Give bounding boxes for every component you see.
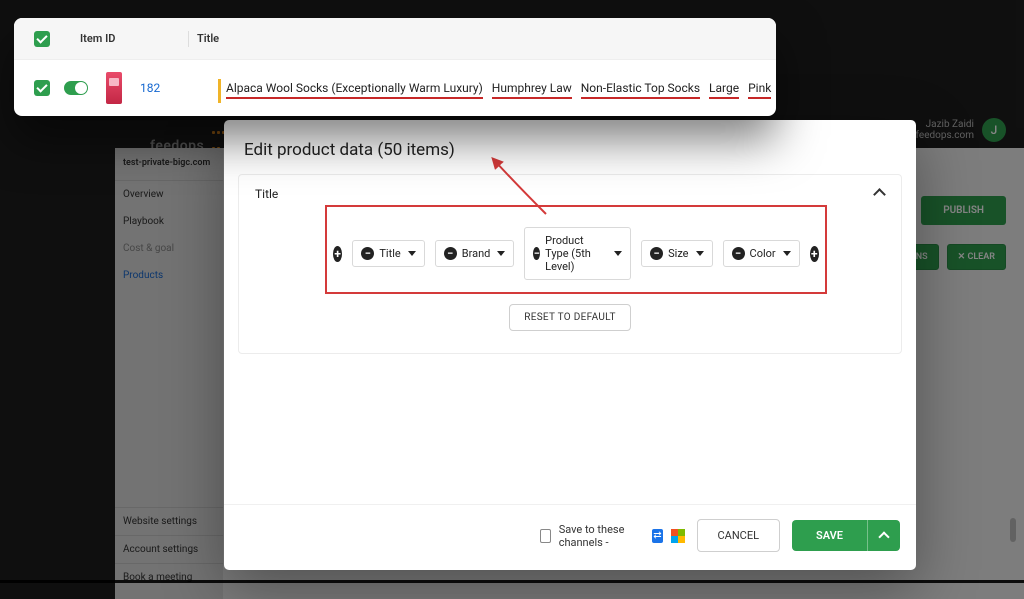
product-thumbnail [106, 72, 122, 104]
sidebar: test-private-bigc.com Overview Playbook … [115, 148, 223, 599]
save-channels: Save to these channels - ⇄ [540, 523, 685, 549]
user-menu[interactable]: Jazib Zaidi @feedops.com J [907, 118, 1006, 142]
cancel-button[interactable]: CANCEL [697, 519, 781, 552]
col-item-id: Item ID [80, 32, 180, 45]
reset-default-button[interactable]: RESET TO DEFAULT [509, 304, 631, 331]
remove-icon[interactable]: − [444, 247, 457, 260]
sidebar-item-products[interactable]: Products [115, 262, 223, 289]
col-title: Title [197, 32, 219, 45]
add-token-right-button[interactable]: + [810, 246, 819, 262]
publish-button[interactable]: PUBLISH [921, 196, 1006, 225]
scrollbar[interactable] [1010, 518, 1016, 542]
user-name: Jazib Zaidi [907, 119, 974, 130]
user-info: Jazib Zaidi @feedops.com [907, 119, 974, 141]
title-tokens-row: + − Title − Brand − Product Type (5th Le… [325, 205, 827, 294]
column-separator [188, 31, 189, 47]
token-color[interactable]: − Color [723, 240, 800, 267]
modal-footer: Save to these channels - ⇄ CANCEL SAVE [224, 504, 916, 570]
sidebar-item-website-settings[interactable]: Website settings [115, 507, 223, 535]
caret-down-icon [497, 251, 505, 256]
sidebar-bottom: Website settings Account settings Book a… [115, 507, 223, 591]
token-size[interactable]: − Size [641, 240, 712, 267]
modal-title: Edit product data (50 items) [224, 120, 916, 174]
sidebar-item-account-settings[interactable]: Account settings [115, 535, 223, 563]
avatar[interactable]: J [982, 118, 1006, 142]
google-channel-icon[interactable]: ⇄ [652, 529, 662, 543]
microsoft-channel-icon[interactable] [671, 529, 685, 543]
remove-icon[interactable]: − [732, 247, 745, 260]
caret-down-icon [614, 251, 622, 256]
save-button[interactable]: SAVE [792, 520, 867, 551]
item-id-link[interactable]: 182 [140, 81, 196, 95]
row-title-cell: Alpaca Wool Socks (Exceptionally Warm Lu… [226, 81, 771, 95]
site-label: test-private-bigc.com [115, 148, 223, 181]
row-title-text: Alpaca Wool Socks (Exceptionally Warm Lu… [226, 81, 771, 95]
token-title[interactable]: − Title [352, 240, 424, 267]
sidebar-item-book-meeting[interactable]: Book a meeting [115, 563, 223, 591]
save-channels-checkbox[interactable] [540, 529, 551, 543]
publish-row: PUBLISH [921, 196, 1006, 225]
table-actions: NS ✕ CLEAR [905, 244, 1006, 270]
caret-down-icon [696, 251, 704, 256]
save-button-group: SAVE [792, 520, 900, 551]
chevron-up-icon[interactable] [873, 188, 885, 200]
clear-button[interactable]: ✕ CLEAR [947, 244, 1006, 270]
sidebar-item-overview[interactable]: Overview [115, 181, 223, 208]
remove-icon[interactable]: − [361, 247, 374, 260]
product-row-preview: Item ID Title 182 Alpaca Wool Socks (Exc… [14, 18, 776, 116]
sidebar-item-cost-goal[interactable]: Cost & goal [115, 235, 223, 262]
panel-title-label: Title [255, 187, 278, 201]
edit-product-modal: Edit product data (50 items) Title + − T… [224, 120, 916, 570]
token-brand[interactable]: − Brand [435, 240, 515, 267]
reset-row: RESET TO DEFAULT [247, 294, 893, 331]
save-dropdown-button[interactable] [867, 520, 900, 551]
sidebar-item-playbook[interactable]: Playbook [115, 208, 223, 235]
user-email: @feedops.com [907, 130, 974, 141]
caret-down-icon [408, 251, 416, 256]
token-product-type[interactable]: − Product Type (5th Level) [524, 227, 631, 280]
table-row[interactable]: 182 Alpaca Wool Socks (Exceptionally War… [14, 60, 776, 116]
panel-header[interactable]: Title [247, 187, 893, 205]
remove-icon[interactable]: − [650, 247, 663, 260]
remove-icon[interactable]: − [533, 247, 540, 260]
caret-down-icon [783, 251, 791, 256]
title-panel: Title + − Title − Brand − Product Type ( [238, 174, 902, 354]
modal-body: Title + − Title − Brand − Product Type ( [224, 174, 916, 504]
page-bottom-edge [0, 580, 1024, 583]
title-edit-indicator-icon [218, 79, 221, 103]
add-token-left-button[interactable]: + [333, 246, 342, 262]
row-checkbox[interactable] [34, 80, 50, 96]
row-header: Item ID Title [14, 18, 776, 60]
save-channels-label: Save to these channels - [559, 523, 645, 549]
select-all-checkbox[interactable] [34, 31, 50, 47]
row-enabled-toggle[interactable] [64, 81, 88, 95]
